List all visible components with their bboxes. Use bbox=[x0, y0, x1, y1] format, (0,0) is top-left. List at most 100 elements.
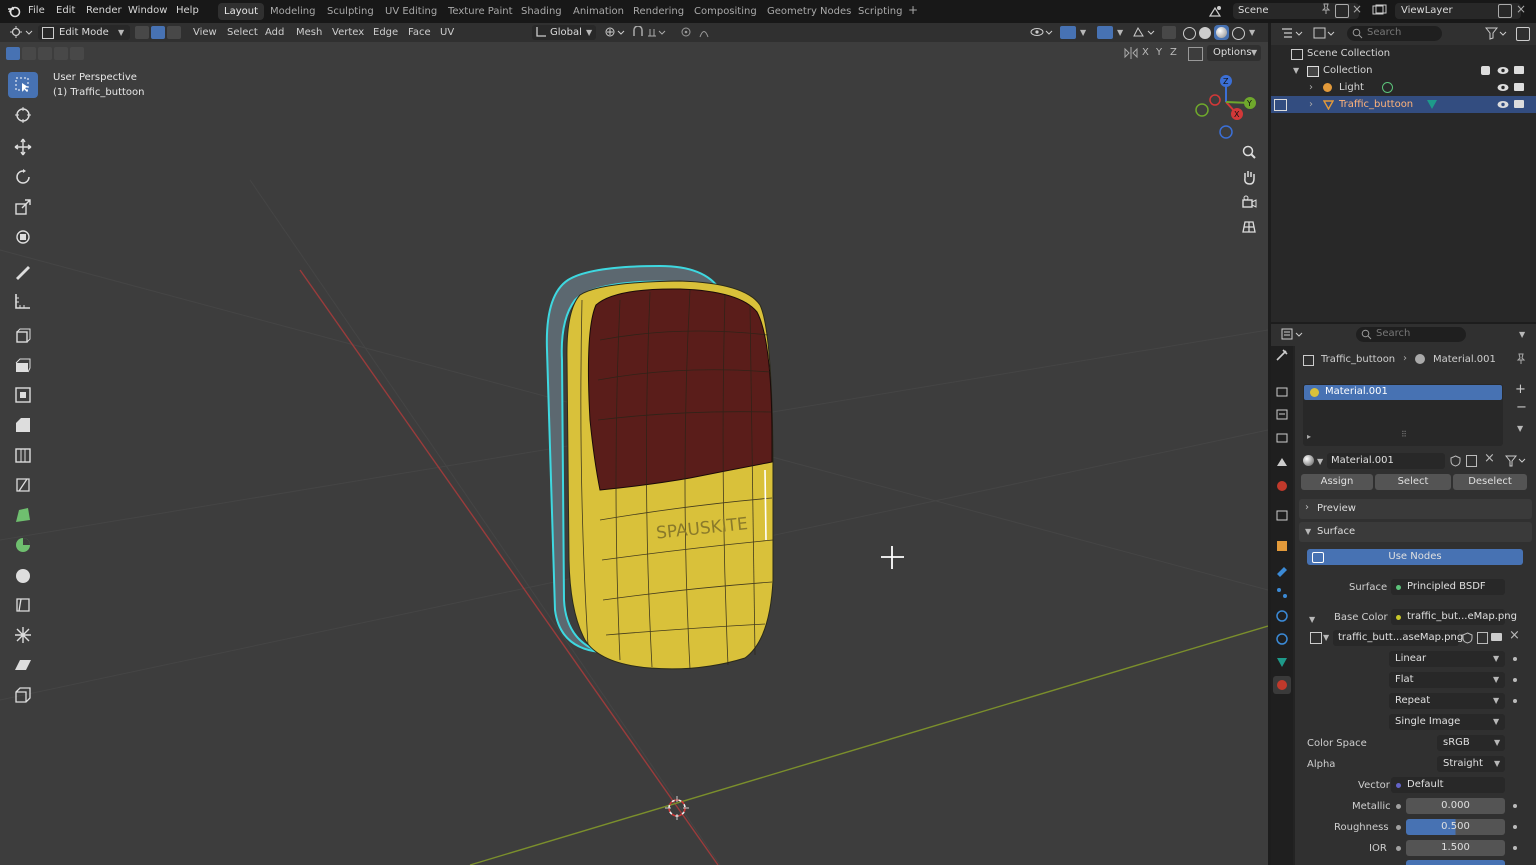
fake-user-shield-icon[interactable] bbox=[1450, 455, 1461, 470]
shrink-fatten-tool[interactable] bbox=[8, 622, 38, 648]
fake-user-shield-icon[interactable] bbox=[1462, 632, 1473, 647]
pin-icon[interactable] bbox=[1516, 353, 1526, 368]
preview-section-header[interactable]: › Preview bbox=[1299, 499, 1532, 519]
outliner-row-light[interactable]: › Light bbox=[1271, 79, 1536, 96]
material-preview-shading-icon[interactable] bbox=[1214, 25, 1229, 40]
extend-select-button[interactable] bbox=[22, 47, 36, 60]
rendered-shading-icon[interactable] bbox=[1232, 27, 1245, 40]
navigation-gizmo[interactable]: Z X Y bbox=[1188, 70, 1260, 142]
face-select-button[interactable] bbox=[167, 26, 181, 39]
delete-scene-icon[interactable]: × bbox=[1352, 2, 1362, 16]
menu-vertex[interactable]: Vertex bbox=[332, 27, 364, 38]
expand-chevron-icon[interactable]: › bbox=[1309, 79, 1313, 96]
surface-section-header[interactable]: ▼ Surface bbox=[1299, 522, 1532, 542]
deselect-button[interactable]: Deselect bbox=[1453, 474, 1527, 490]
duplicate-image-icon[interactable] bbox=[1477, 632, 1488, 644]
expand-chevron-icon[interactable]: ▼ bbox=[1293, 62, 1299, 79]
menu-render[interactable]: Render bbox=[86, 5, 122, 16]
view-layer-icon[interactable] bbox=[1372, 4, 1387, 16]
keyframe-dot-icon[interactable] bbox=[1513, 846, 1517, 850]
visibility-filter-icon[interactable] bbox=[1030, 26, 1054, 42]
render-camera-icon[interactable] bbox=[1514, 83, 1524, 91]
metallic-slider[interactable]: 0.000 bbox=[1406, 798, 1505, 814]
display-mode-icon[interactable] bbox=[1313, 27, 1337, 43]
unlink-material-icon[interactable]: × bbox=[1484, 451, 1495, 466]
menu-window[interactable]: Window bbox=[128, 5, 167, 16]
camera-view-icon[interactable] bbox=[1241, 194, 1257, 213]
scene-icon[interactable] bbox=[1208, 5, 1222, 17]
measure-tool[interactable] bbox=[8, 288, 38, 314]
exclude-checkbox[interactable] bbox=[1481, 66, 1490, 75]
smooth-tool[interactable] bbox=[8, 562, 38, 588]
use-nodes-toggle[interactable]: Use Nodes bbox=[1307, 549, 1523, 565]
solid-shading-icon[interactable] bbox=[1199, 27, 1211, 39]
tab-geometry-nodes[interactable]: Geometry Nodes bbox=[761, 3, 857, 20]
tab-modeling[interactable]: Modeling bbox=[264, 3, 322, 20]
annotate-tool[interactable] bbox=[8, 258, 38, 284]
projection-dropdown[interactable]: Flat ▼ bbox=[1389, 672, 1505, 688]
xray-toggle-button[interactable] bbox=[1162, 26, 1176, 39]
vertex-select-button[interactable] bbox=[135, 26, 149, 39]
properties-options-chevron-icon[interactable]: ▼ bbox=[1519, 330, 1525, 339]
menu-face[interactable]: Face bbox=[408, 27, 431, 38]
intersect-select-button[interactable] bbox=[70, 47, 84, 60]
menu-edge[interactable]: Edge bbox=[373, 27, 398, 38]
menu-edit[interactable]: Edit bbox=[56, 5, 75, 16]
scale-tool[interactable] bbox=[8, 194, 38, 220]
new-scene-icon[interactable] bbox=[1335, 4, 1349, 18]
expand-chevron-icon[interactable]: › bbox=[1309, 96, 1313, 113]
blender-logo-icon[interactable] bbox=[7, 4, 21, 18]
tab-compositing[interactable]: Compositing bbox=[688, 3, 763, 20]
tab-layout[interactable]: Layout bbox=[218, 3, 264, 20]
properties-editor-type-icon[interactable] bbox=[1281, 328, 1305, 344]
pin-icon[interactable] bbox=[1321, 3, 1331, 21]
source-dropdown[interactable]: Single Image ▼ bbox=[1389, 714, 1505, 730]
outliner-row-traffic-buttoon[interactable]: › Traffic_buttoon bbox=[1271, 96, 1536, 113]
light-data-icon[interactable] bbox=[1382, 82, 1393, 93]
tab-shading[interactable]: Shading bbox=[515, 3, 568, 20]
edge-select-button[interactable] bbox=[151, 26, 165, 39]
cursor-tool[interactable] bbox=[8, 102, 38, 128]
material-name-field[interactable]: Material.001 bbox=[1327, 453, 1445, 469]
keyframe-dot-icon[interactable] bbox=[1513, 678, 1517, 682]
menu-help[interactable]: Help bbox=[176, 5, 199, 16]
mirror-z-toggle[interactable]: Z bbox=[1170, 47, 1177, 58]
tab-animation[interactable]: Animation bbox=[567, 3, 630, 20]
filter-icon[interactable] bbox=[1484, 27, 1509, 43]
subtract-select-button[interactable] bbox=[38, 47, 52, 60]
new-collection-icon[interactable] bbox=[1516, 27, 1530, 41]
outliner-row-scene-collection[interactable]: Scene Collection bbox=[1271, 45, 1536, 62]
loop-cut-tool[interactable] bbox=[8, 442, 38, 468]
menu-mesh[interactable]: Mesh bbox=[296, 27, 322, 38]
menu-view[interactable]: View bbox=[193, 27, 217, 38]
shading-options-chevron-icon[interactable]: ▼ bbox=[1249, 28, 1255, 37]
pivot-icon[interactable] bbox=[604, 26, 626, 42]
add-workspace-button[interactable]: + bbox=[902, 2, 924, 19]
gizmo-options-chevron-icon[interactable]: ▼ bbox=[1080, 28, 1086, 37]
edit-mode-object-icon[interactable] bbox=[1274, 99, 1287, 111]
menu-select[interactable]: Select bbox=[227, 27, 258, 38]
filter-icon[interactable] bbox=[1504, 455, 1527, 470]
chevron-down-icon[interactable]: ▼ bbox=[1317, 457, 1323, 466]
color-space-dropdown[interactable]: sRGB ▼ bbox=[1437, 735, 1505, 751]
visibility-eye-icon[interactable] bbox=[1497, 99, 1509, 116]
perspective-toggle-icon[interactable] bbox=[1241, 219, 1257, 238]
mirror-y-toggle[interactable]: Y bbox=[1156, 47, 1162, 58]
outliner-editor-type-icon[interactable] bbox=[1281, 27, 1305, 43]
editor-type-icon[interactable] bbox=[10, 26, 34, 39]
tab-scripting[interactable]: Scripting bbox=[852, 3, 908, 20]
keyframe-dot-icon[interactable] bbox=[1513, 699, 1517, 703]
keyframe-dot-icon[interactable] bbox=[1513, 804, 1517, 808]
pan-hand-icon[interactable] bbox=[1241, 169, 1257, 188]
alpha-dropdown[interactable]: Straight ▼ bbox=[1437, 756, 1505, 772]
base-color-texture-field[interactable]: traffic_but...eMap.png bbox=[1391, 609, 1517, 625]
open-folder-icon[interactable] bbox=[1491, 633, 1502, 641]
shear-tool[interactable] bbox=[8, 652, 38, 678]
menu-add[interactable]: Add bbox=[265, 27, 284, 38]
roughness-slider[interactable]: 0.500 bbox=[1406, 819, 1505, 835]
properties-search-input[interactable]: Search bbox=[1356, 327, 1466, 342]
slot-specials-chevron-icon[interactable]: ▼ bbox=[1517, 424, 1523, 433]
tab-sculpting[interactable]: Sculpting bbox=[321, 3, 380, 20]
select-button[interactable]: Select bbox=[1375, 474, 1451, 490]
delete-view-layer-icon[interactable]: × bbox=[1516, 2, 1526, 16]
